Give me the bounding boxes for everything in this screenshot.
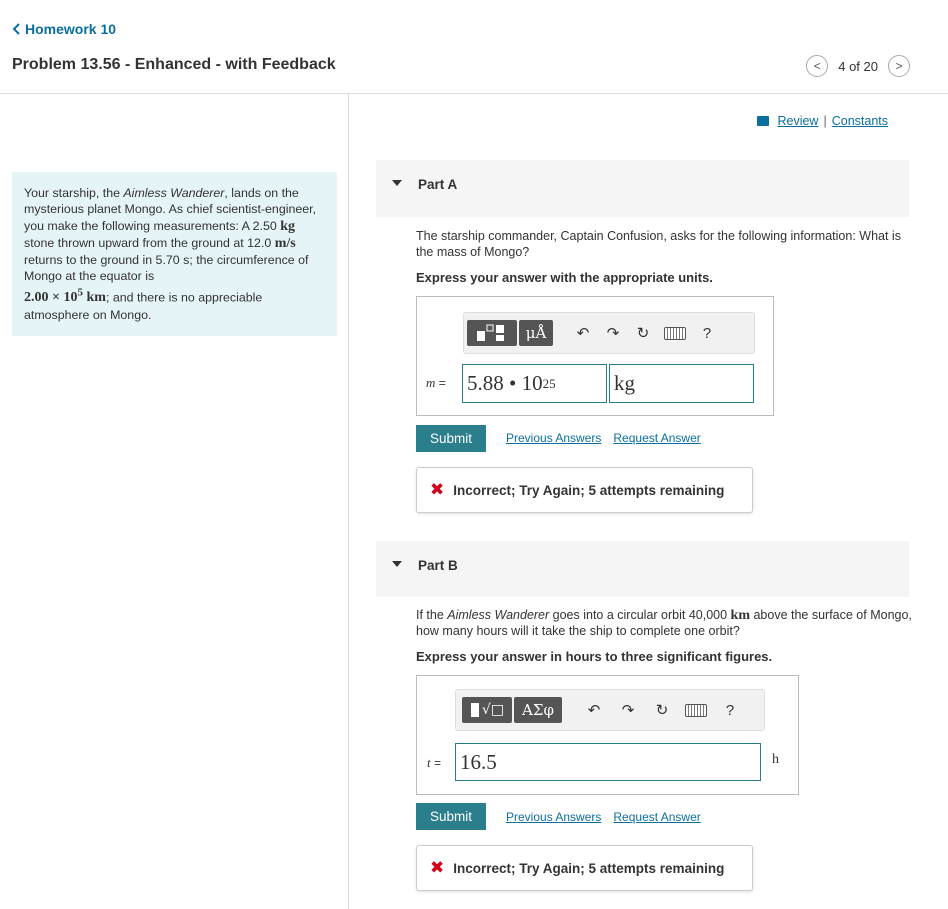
part-b-label: Part B [418,558,458,573]
part-a-value-text: 5.88 • 10 [467,371,543,395]
part-a-unit-text: kg [614,371,635,395]
part-a-label: Part A [418,177,458,192]
constants-link[interactable]: Constants [832,114,888,128]
previous-problem-button[interactable]: < [806,55,829,77]
review-link[interactable]: Review [777,114,818,128]
part-a-variable-label: m = [426,375,446,390]
undo-icon[interactable]: ↶ [582,698,606,722]
collapse-triangle-icon [392,561,402,567]
part-a-header[interactable]: Part A [376,160,909,217]
part-a-request-answer-link[interactable]: Request Answer [613,431,700,445]
page-title: Problem 13.56 - Enhanced - with Feedback [12,56,336,73]
keyboard-icon[interactable] [684,698,708,722]
pager: < 4 of 20 > [806,55,910,77]
part-a-toolbar: μÅ ↶ ↷ ↻ ? [463,312,755,354]
header-divider [0,93,948,94]
part-b-toolbar: √□ ΑΣφ ↶ ↷ ↻ ? [455,689,765,731]
incorrect-x-icon: ✖ [430,858,445,878]
redo-icon[interactable]: ↷ [616,698,640,722]
part-b-request-answer-link[interactable]: Request Answer [613,810,700,824]
chevron-right-icon: > [895,59,903,73]
column-divider [348,94,349,909]
part-a-units-input[interactable]: kg [609,364,754,403]
circumference-value: 2.00 × 105 km [24,286,106,306]
part-b-unit-label: h [772,752,779,767]
back-to-homework-link[interactable]: Homework 10 [12,21,116,37]
reset-icon[interactable]: ↻ [631,321,655,345]
unit-kg: kg [280,218,296,234]
part-b-header[interactable]: Part B [376,541,909,597]
problem-text: stone thrown upward from the ground at 1… [24,235,275,250]
back-label: Homework 10 [25,21,117,37]
chevron-left-icon [12,23,20,35]
part-a-feedback: ✖ Incorrect; Try Again; 5 attempts remai… [416,467,753,513]
units-button[interactable]: μÅ [519,320,553,346]
math-templates-button[interactable]: √□ [462,697,512,723]
part-b-previous-answers-link[interactable]: Previous Answers [506,810,601,824]
next-problem-button[interactable]: > [888,55,910,77]
sqrt-icon: √□ [481,702,505,718]
help-button[interactable]: ? [718,698,742,722]
templates-icon [477,324,504,341]
problem-text: Your starship, the [24,186,124,200]
greek-symbols-button[interactable]: ΑΣφ [514,697,562,723]
part-b-submit-button[interactable]: Submit [416,803,486,830]
part-a-previous-answers-link[interactable]: Previous Answers [506,431,601,445]
collapse-triangle-icon [392,180,402,186]
resource-links: Review | Constants [757,114,888,128]
part-a-question: The starship commander, Captain Confusio… [416,229,901,259]
part-b-variable-label: t = [427,755,441,770]
chevron-left-icon: < [813,59,821,73]
unit-ms: m/s [274,235,296,251]
part-b-value-text: 16.5 [460,749,497,774]
part-a-submit-button[interactable]: Submit [416,425,486,452]
keyboard-icon[interactable] [663,321,687,345]
problem-statement: Your starship, the Aimless Wanderer, lan… [12,172,337,337]
incorrect-x-icon: ✖ [430,480,445,500]
part-a-answer-links: Previous Answers Request Answer [506,431,701,445]
part-b-answer-links: Previous Answers Request Answer [506,810,701,824]
book-icon [757,116,770,126]
undo-icon[interactable]: ↶ [571,321,595,345]
templates-button[interactable] [467,320,517,346]
part-b-instruction: Express your answer in hours to three si… [416,649,773,664]
part-b-feedback: ✖ Incorrect; Try Again; 5 attempts remai… [416,845,753,891]
ship-name: Aimless Wanderer [123,186,225,200]
part-b-value-input[interactable]: 16.5 [455,743,761,781]
reset-icon[interactable]: ↻ [650,698,674,722]
part-a-feedback-text: Incorrect; Try Again; 5 attempts remaini… [453,482,725,498]
part-a-instruction: Express your answer with the appropriate… [416,270,713,285]
pager-status: 4 of 20 [838,58,878,74]
templates-icon [470,703,479,717]
redo-icon[interactable]: ↷ [601,321,625,345]
part-b-feedback-text: Incorrect; Try Again; 5 attempts remaini… [453,860,725,876]
part-a-exponent: 25 [542,375,556,391]
part-a-value-input[interactable]: 5.88 • 10 25 [462,364,607,403]
problem-text: returns to the ground in 5.70 s; the cir… [24,253,309,284]
help-button[interactable]: ? [695,321,719,345]
part-b-question: If the Aimless Wanderer goes into a circ… [416,608,912,638]
links-separator: | [823,114,827,128]
